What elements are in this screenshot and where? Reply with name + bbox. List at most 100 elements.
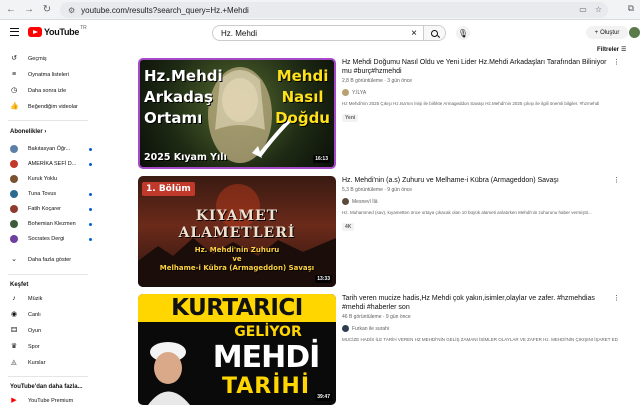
sidebar-subscription[interactable]: Fatih Koçarer <box>0 202 96 216</box>
site-info-icon[interactable]: ⚙ <box>68 6 75 15</box>
address-bar[interactable]: ⚙ youtube.com/results?search_query=Hz.+M… <box>60 2 608 18</box>
youtube-logo[interactable]: YouTube TR <box>28 25 87 37</box>
playlist-icon: ≡ <box>11 71 17 78</box>
channel-link[interactable]: Mesnevî İlâ <box>342 198 618 205</box>
clear-search-icon[interactable]: × <box>405 28 423 39</box>
sidebar-item-playlists[interactable]: ≡ Oynatma listeleri <box>0 68 96 82</box>
video-duration: 39:47 <box>315 393 332 401</box>
thumbnail-text: Hz. Mehdi'nin Zuhuru <box>194 246 280 254</box>
show-more-label: Daha fazla göster <box>28 257 72 263</box>
video-duration: 13:33 <box>315 275 332 283</box>
search-button[interactable] <box>423 26 445 40</box>
youtube-play-icon <box>28 27 42 37</box>
sidebar-item-label: Oyun <box>28 328 42 334</box>
sidebar: ↺ Geçmiş ≡ Oynatma listeleri ◷ Daha sonr… <box>0 52 96 410</box>
cast-icon[interactable]: ▭ <box>579 5 587 14</box>
clock-icon: ◷ <box>10 87 18 94</box>
divider <box>8 120 88 121</box>
more-actions-icon[interactable]: ⋮ <box>613 58 620 66</box>
voice-search-icon[interactable]: 🎙 <box>456 26 470 40</box>
sidebar-item-history[interactable]: ↺ Geçmiş <box>0 52 96 66</box>
video-thumbnail[interactable]: KURTARICI GELİYOR MEHDİ TARİHİ 39:47 <box>138 294 336 405</box>
logo-text: YouTube <box>44 27 80 37</box>
sidebar-item-watch-later[interactable]: ◷ Daha sonra izle <box>0 84 96 98</box>
sidebar-item-label: Kurslar <box>28 360 46 366</box>
forward-icon[interactable]: → <box>22 3 36 17</box>
sidebar-item-label: Oynatma listeleri <box>28 72 69 78</box>
show-more-button[interactable]: ⌄ Daha fazla göster <box>0 253 96 267</box>
new-content-dot <box>89 237 92 241</box>
search-icon <box>431 29 438 37</box>
thumbnail-text: Hz.Mehdi <box>144 67 223 85</box>
subscription-label: Kuruk Yoklu <box>28 176 58 182</box>
music-icon: ♪ <box>12 295 16 302</box>
subscriptions-header[interactable]: Abonelikler › <box>10 129 46 135</box>
video-title[interactable]: Hz Mehdi Doğumu Nasıl Oldu ve Yeni Lider… <box>342 58 618 76</box>
4k-badge: 4K <box>342 223 355 231</box>
sidebar-subscription[interactable]: Kuruk Yoklu <box>0 172 96 186</box>
thumbnail-text: MEHDİ <box>212 340 321 375</box>
search-input[interactable]: Hz. Mehdi <box>213 29 405 38</box>
graduation-icon: ◬ <box>11 359 17 366</box>
hamburger-menu-icon[interactable] <box>10 28 19 36</box>
channel-name: Y.İLYA <box>352 89 367 96</box>
sidebar-item-liked[interactable]: 👍 Beğendiğim videolar <box>0 100 96 114</box>
video-meta: 5,3 B görüntüleme · 9 gün önce <box>342 187 413 193</box>
filters-button[interactable]: Filtreler ☰ <box>597 46 626 54</box>
extensions-icon[interactable]: ⧉ <box>628 3 634 14</box>
more-actions-icon[interactable]: ⋮ <box>613 176 620 184</box>
video-thumbnail[interactable]: Hz.Mehdi Arkadaş Ortamı Mehdi Nasıl Doğd… <box>138 58 336 169</box>
thumbnail-text: Ortamı <box>144 109 203 127</box>
subscription-label: Bakıtasyan Öğr... <box>28 146 71 152</box>
gamepad-icon: ⚃ <box>10 327 18 334</box>
plus-icon: + <box>594 29 599 36</box>
video-title[interactable]: Hz. Mehdi'nin (a.s) Zuhuru ve Melhame-i … <box>342 176 618 185</box>
channel-avatar <box>10 160 18 168</box>
thumbnail-text: Doğdu <box>275 109 330 127</box>
video-thumbnail[interactable]: 1. Bölüm KIYAMET ALAMETLERİ Hz. Mehdi'ni… <box>138 176 336 287</box>
sidebar-subscription[interactable]: Bohemian Klezmen <box>0 217 96 231</box>
video-title[interactable]: Tarih veren mucize hadis,Hz Mehdi çok ya… <box>342 294 618 312</box>
more-actions-icon[interactable]: ⋮ <box>613 294 620 302</box>
subscription-label: Socrates Dergi <box>28 236 65 242</box>
sidebar-item-sports[interactable]: ♛ Spor <box>0 340 96 354</box>
create-button[interactable]: + Oluştur <box>586 26 628 39</box>
video-description: Hz. Muhammed (sav), kıyametten önce orta… <box>342 210 592 215</box>
channel-link[interactable]: Furkan ile surahi <box>342 325 618 332</box>
sidebar-item-label: Beğendiğim videolar <box>28 104 78 110</box>
subscription-label: Fatih Koçarer <box>28 206 62 212</box>
more-from-youtube-header: YouTube'dan daha fazla... <box>10 384 83 390</box>
sidebar-item-premium[interactable]: ▶ YouTube Premium <box>0 394 96 408</box>
live-icon: ◉ <box>10 311 18 318</box>
history-icon: ↺ <box>11 55 17 62</box>
sidebar-item-label: Daha sonra izle <box>28 88 67 94</box>
sidebar-item-label: Canlı <box>28 312 41 318</box>
sidebar-item-music[interactable]: ♪ Müzik <box>0 292 96 306</box>
sidebar-subscription[interactable]: Socrates Dergi <box>0 232 96 246</box>
filters-label: Filtreler <box>597 46 620 53</box>
sidebar-subscription[interactable]: Tuna Tovus <box>0 187 96 201</box>
sidebar-item-courses[interactable]: ◬ Kurslar <box>0 356 96 370</box>
reload-icon[interactable]: ↻ <box>40 3 54 17</box>
account-avatar[interactable] <box>629 27 640 38</box>
channel-avatar <box>342 89 349 96</box>
create-label: Oluştur <box>600 29 620 36</box>
channel-link[interactable]: Y.İLYA <box>342 89 618 96</box>
sidebar-item-label: YouTube Premium <box>28 398 74 404</box>
thumbnail-text: KIYAMET <box>195 208 279 224</box>
channel-name: Mesnevî İlâ <box>352 198 378 205</box>
chevron-down-icon: ⌄ <box>11 256 17 263</box>
star-icon[interactable]: ☆ <box>595 5 602 14</box>
sidebar-item-gaming[interactable]: ⚃ Oyun <box>0 324 96 338</box>
new-content-dot <box>89 162 92 166</box>
thumbnail-text: ALAMETLERİ <box>178 225 296 241</box>
sidebar-item-live[interactable]: ◉ Canlı <box>0 308 96 322</box>
back-icon[interactable]: ← <box>4 3 18 17</box>
browser-toolbar: ← → ↻ ⚙ youtube.com/results?search_query… <box>0 0 640 20</box>
channel-avatar <box>342 198 349 205</box>
explore-header: Keşfet <box>10 282 29 288</box>
sidebar-subscription[interactable]: AMERİKA SEFİ D... <box>0 157 96 171</box>
new-badge: Yeni <box>342 114 359 122</box>
new-content-dot <box>89 192 92 196</box>
sidebar-subscription[interactable]: Bakıtasyan Öğr... <box>0 142 96 156</box>
